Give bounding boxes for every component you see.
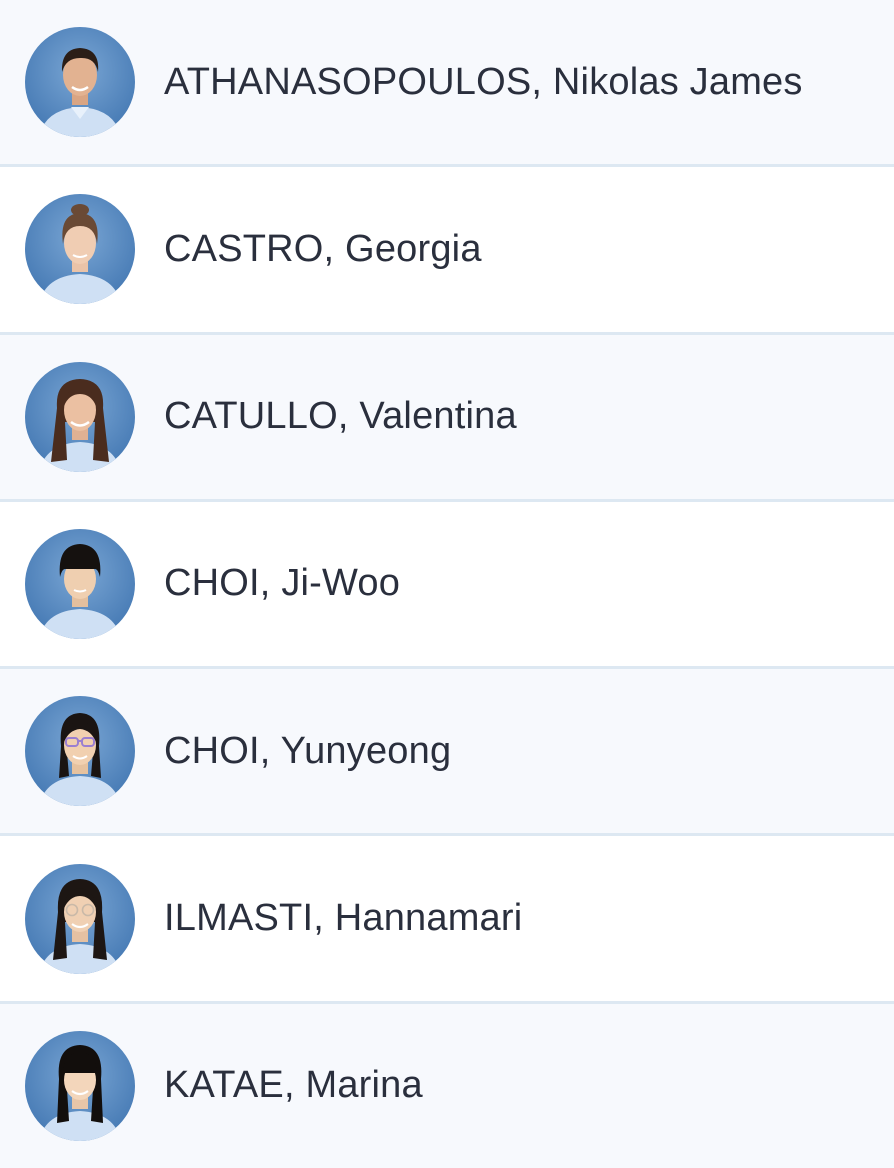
student-name: ILMASTI, Hannamari [164,897,523,940]
avatar [25,361,135,472]
student-list: ATHANASOPOULOS, Nikolas James CASTRO, Ge… [0,0,894,1168]
avatar [25,528,135,639]
list-item[interactable]: ILMASTI, Hannamari [0,836,894,1004]
student-name: CASTRO, Georgia [164,227,482,270]
student-name: ATHANASOPOULOS, Nikolas James [164,60,803,103]
avatar [25,863,135,974]
list-item[interactable]: CATULLO, Valentina [0,334,894,502]
list-item[interactable]: ATHANASOPOULOS, Nikolas James [0,0,894,168]
avatar [25,27,135,138]
avatar [25,194,135,305]
student-name: CATULLO, Valentina [164,395,517,438]
avatar [25,696,135,807]
student-name: CHOI, Yunyeong [164,729,452,772]
student-name: KATAE, Marina [164,1064,423,1107]
list-item[interactable]: KATAE, Marina [0,1003,894,1168]
list-item[interactable]: CHOI, Ji-Woo [0,501,894,670]
student-name: CHOI, Ji-Woo [164,562,401,605]
list-item[interactable]: CASTRO, Georgia [0,167,894,335]
list-item[interactable]: CHOI, Yunyeong [0,669,894,837]
avatar [25,1030,135,1141]
